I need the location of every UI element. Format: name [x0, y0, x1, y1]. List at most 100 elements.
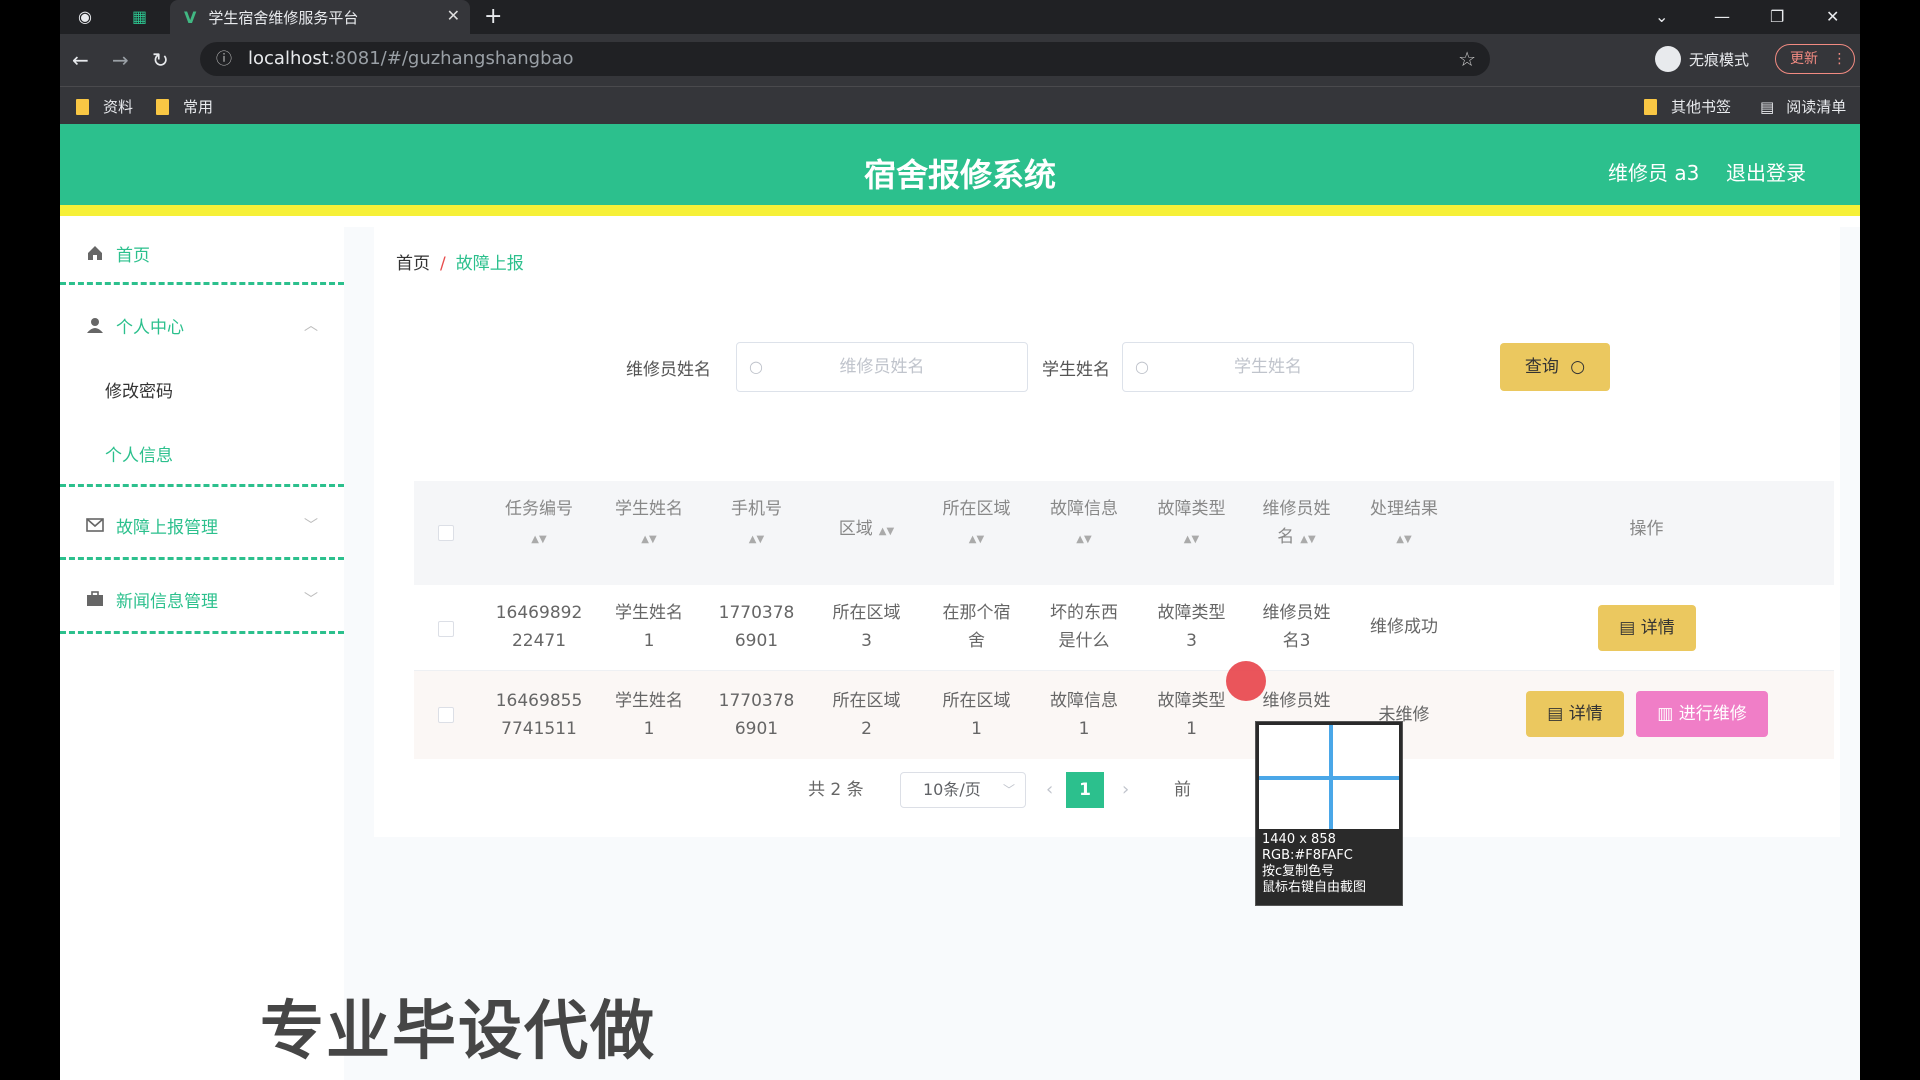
student-name-label: 学生姓名: [1042, 360, 1110, 380]
result-cell: 维修成功: [1370, 617, 1438, 637]
column-header: 操作: [1629, 519, 1664, 539]
search-icon: ○: [1135, 357, 1149, 376]
detail-button[interactable]: ▤ 详情: [1598, 605, 1696, 651]
other-bookmarks[interactable]: 其他书签: [1644, 96, 1731, 117]
chevron-down-icon: ﹀: [304, 592, 318, 608]
menu-dots-icon: ⋮: [1832, 51, 1847, 67]
phone-cell: 1770378 6901: [718, 603, 795, 651]
page-size-value: 10条/页: [923, 780, 981, 799]
user-icon: [87, 318, 103, 333]
fault-type-cell: 故障类型 1: [1157, 691, 1226, 739]
sidebar-item-change-password[interactable]: 修改密码: [105, 377, 173, 402]
column-header[interactable]: 所在区域 ▲▼: [924, 495, 1029, 549]
row-checkbox[interactable]: [438, 707, 454, 723]
address-row: ← → ↻ ⓘ localhost:8081/#/guzhangshangbao…: [60, 34, 1860, 86]
search-icon: ○: [1570, 357, 1586, 377]
column-header[interactable]: 区域 ▲▼: [809, 515, 924, 546]
reload-icon[interactable]: ↻: [152, 48, 169, 72]
sidebar-item-fault-report-mgmt[interactable]: 故障上报管理 ﹀: [60, 511, 344, 539]
sidebar-divider: [60, 631, 344, 634]
page-size-select[interactable]: 10条/页 ﹀: [900, 772, 1026, 808]
reading-list-icon: ▤: [1760, 97, 1775, 116]
sidebar-divider: [60, 557, 344, 560]
sidebar-item-home[interactable]: 首页: [60, 239, 344, 267]
task-no-cell: 16469892 22471: [495, 603, 583, 651]
column-header[interactable]: 任务编号 ▲▼: [484, 495, 594, 549]
update-button[interactable]: 更新 ⋮: [1775, 44, 1855, 74]
back-icon[interactable]: ←: [72, 48, 89, 72]
bookmark-folder-2[interactable]: 常用: [156, 96, 213, 117]
repairer-name-input[interactable]: ○ 维修员姓名: [736, 342, 1028, 392]
column-header[interactable]: 手机号 ▲▼: [704, 495, 809, 549]
sidebar-item-personal-center[interactable]: 个人中心 ︿: [60, 311, 344, 339]
globe-icon[interactable]: ◉: [78, 0, 92, 34]
cursor-highlight: [1226, 661, 1266, 701]
reading-list[interactable]: ▤ 阅读清单: [1760, 96, 1846, 117]
forward-icon[interactable]: →: [112, 48, 129, 72]
start-repair-button[interactable]: ▥ 进行维修: [1636, 691, 1768, 737]
folder-icon: [1644, 98, 1657, 115]
task-no-cell: 16469855 7741511: [495, 691, 583, 739]
url-path: :8081/#/guzhangshangbao: [328, 48, 574, 69]
site-info-icon[interactable]: ⓘ: [216, 42, 232, 76]
bookmark-star-icon[interactable]: ☆: [1458, 42, 1476, 76]
query-button[interactable]: 查询 ○: [1500, 343, 1610, 391]
prev-page-icon[interactable]: ‹: [1046, 772, 1053, 808]
incognito-indicator[interactable]: 无痕模式: [1655, 46, 1749, 72]
select-all-checkbox[interactable]: [438, 525, 454, 541]
pagination-total: 共 2 条: [808, 780, 864, 800]
breadcrumb-home[interactable]: 首页: [396, 254, 430, 274]
chevron-up-icon: ︿: [304, 318, 318, 334]
document-icon: ▤: [1547, 704, 1564, 724]
breadcrumb-separator: /: [440, 254, 446, 274]
bookmark-label: 其他书签: [1671, 98, 1732, 116]
table-header: 任务编号 ▲▼ 学生姓名 ▲▼ 手机号 ▲▼ 区域 ▲▼ 所在区域 ▲▼ 故障信息 ▲▼ 故…: [414, 481, 1834, 585]
location-cell: 所在区域 1: [942, 691, 1011, 739]
sidebar-item-personal-info[interactable]: 个人信息: [105, 441, 173, 466]
breadcrumb-card: 首页 / 故障上报: [374, 227, 1840, 290]
location-cell: 在那个宿舍: [942, 603, 1011, 651]
detail-button[interactable]: ▤ 详情: [1526, 691, 1624, 737]
bookmark-label: 常用: [183, 98, 214, 116]
restore-icon[interactable]: ❐: [1770, 0, 1784, 34]
tab-search-icon[interactable]: ⌄: [1655, 0, 1668, 34]
folder-icon: [76, 98, 89, 115]
fault-info-cell: 坏的东西 是什么: [1050, 603, 1118, 651]
column-header[interactable]: 处理结果 ▲▼: [1349, 495, 1459, 549]
next-page-icon[interactable]: ›: [1122, 772, 1129, 808]
fault-type-cell: 故障类型 3: [1157, 603, 1226, 651]
tab-bar: ◉ ▦ V 学生宿舍维修服务平台 ✕ + ⌄ — ❐ ✕: [60, 0, 1860, 34]
picker-rgb: RGB:#F8FAFC: [1262, 848, 1353, 863]
column-header[interactable]: 故障信息 ▲▼: [1029, 495, 1139, 549]
sidebar-divider: [60, 282, 344, 285]
close-window-icon[interactable]: ✕: [1826, 0, 1839, 34]
tab-active[interactable]: V 学生宿舍维修服务平台 ✕: [170, 0, 470, 34]
page-number-current[interactable]: 1: [1066, 772, 1104, 808]
sort-icon: ▲▼: [531, 534, 547, 545]
bookmark-folder-1[interactable]: 资料: [76, 96, 133, 117]
row-checkbox[interactable]: [438, 621, 454, 637]
column-header[interactable]: 维修员姓名 ▲▼: [1244, 495, 1349, 554]
sheet-icon[interactable]: ▦: [132, 0, 147, 34]
sidebar-label: 故障上报管理: [116, 517, 218, 538]
minimize-icon[interactable]: —: [1714, 0, 1730, 34]
phone-cell: 1770378 6901: [718, 691, 795, 739]
repairer-name-placeholder: 维修员姓名: [839, 357, 925, 377]
table-row: 16469855 7741511 学生姓名 1 1770378 6901 所在区域 2 …: [414, 671, 1834, 759]
student-name-placeholder: 学生姓名: [1234, 357, 1302, 377]
sidebar-item-news-mgmt[interactable]: 新闻信息管理 ﹀: [60, 585, 344, 613]
column-header[interactable]: 学生姓名 ▲▼: [594, 495, 704, 549]
logout-link[interactable]: 退出登录: [1726, 157, 1806, 186]
picker-text: 1440 x 858 RGB:#F8FAFC 按c复制色号 鼠标右键自由截图: [1262, 832, 1366, 896]
close-tab-icon[interactable]: ✕: [447, 6, 460, 25]
sort-icon: ▲▼: [748, 534, 765, 545]
student-cell: 学生姓名 1: [615, 691, 683, 739]
current-user: 维修员 a3: [1608, 161, 1700, 185]
app-header: 宿舍报修系统 维修员 a3 退出登录: [60, 124, 1860, 216]
area-cell: 所在区域 2: [832, 691, 901, 739]
student-name-input[interactable]: ○ 学生姓名: [1122, 342, 1414, 392]
address-bar[interactable]: ⓘ localhost:8081/#/guzhangshangbao ☆: [200, 42, 1490, 76]
new-tab-icon[interactable]: +: [484, 0, 502, 34]
column-header[interactable]: 故障类型 ▲▼: [1139, 495, 1244, 549]
browser-window: ◉ ▦ V 学生宿舍维修服务平台 ✕ + ⌄ — ❐ ✕ ← → ↻ ⓘ loc…: [60, 0, 1860, 1080]
